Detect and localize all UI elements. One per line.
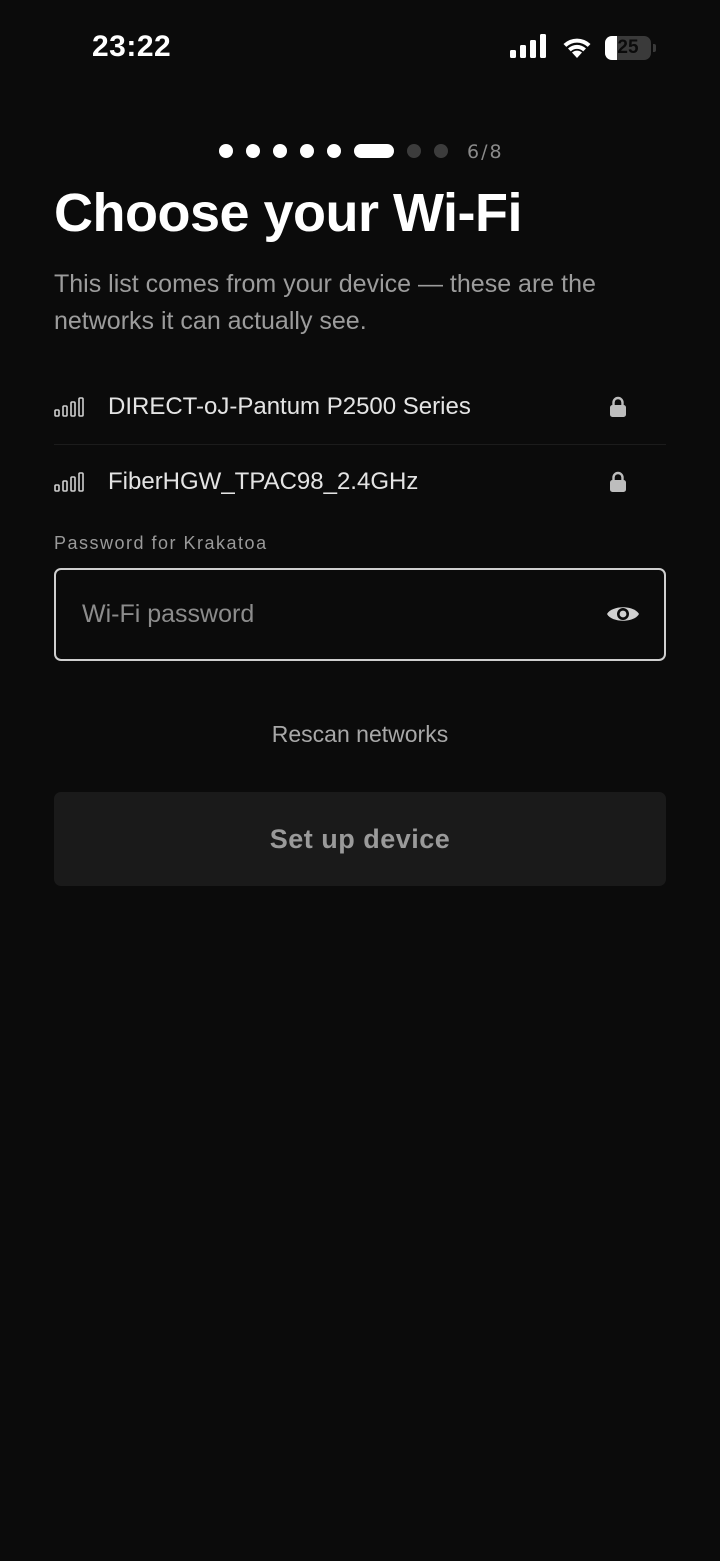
cellular-signal-icon	[510, 34, 546, 58]
battery-cap	[653, 44, 656, 52]
progress-dot-complete	[273, 144, 287, 158]
network-name: FiberHGW_TPAC98_2.4GHz	[108, 468, 419, 495]
password-input[interactable]	[82, 570, 582, 659]
progress-dot-complete	[300, 144, 314, 158]
network-item[interactable]: DIRECT-oJ-Pantum P2500 Series	[54, 370, 666, 445]
network-item[interactable]: FiberHGW_TPAC98_2.4GHz	[54, 445, 666, 519]
progress-dot-complete	[219, 144, 233, 158]
network-list: DIRECT-oJ-Pantum P2500 Series FiberHGW_T…	[54, 370, 666, 519]
status-time: 23:22	[92, 30, 172, 63]
step-progress-dots	[219, 143, 461, 159]
status-icons: 25	[510, 34, 660, 64]
rescan-networks-link[interactable]: Rescan networks	[0, 721, 720, 748]
progress-dot-complete	[246, 144, 260, 158]
page-subtitle: This list comes from your device — these…	[54, 270, 596, 335]
lock-icon	[610, 471, 626, 492]
progress-dot-pending	[407, 144, 421, 158]
eye-icon[interactable]	[606, 602, 640, 626]
lock-icon	[610, 396, 626, 417]
step-progress-label: 6/8	[467, 141, 504, 163]
progress-dot-pending	[434, 144, 448, 158]
wifi-signal-icon	[54, 397, 84, 417]
password-field	[54, 568, 666, 661]
network-name: DIRECT-oJ-Pantum P2500 Series	[108, 393, 471, 420]
set-up-device-button[interactable]: Set up device	[54, 792, 666, 886]
battery-level: 25	[617, 37, 639, 58]
wifi-signal-icon	[54, 472, 84, 492]
progress-dot-complete	[327, 144, 341, 158]
battery-icon: 25	[605, 36, 651, 60]
password-label: Password for Krakatoa	[54, 533, 268, 553]
progress-dot-current	[354, 144, 394, 158]
wifi-icon	[563, 38, 591, 58]
page-title: Choose your Wi-Fi	[54, 183, 523, 243]
